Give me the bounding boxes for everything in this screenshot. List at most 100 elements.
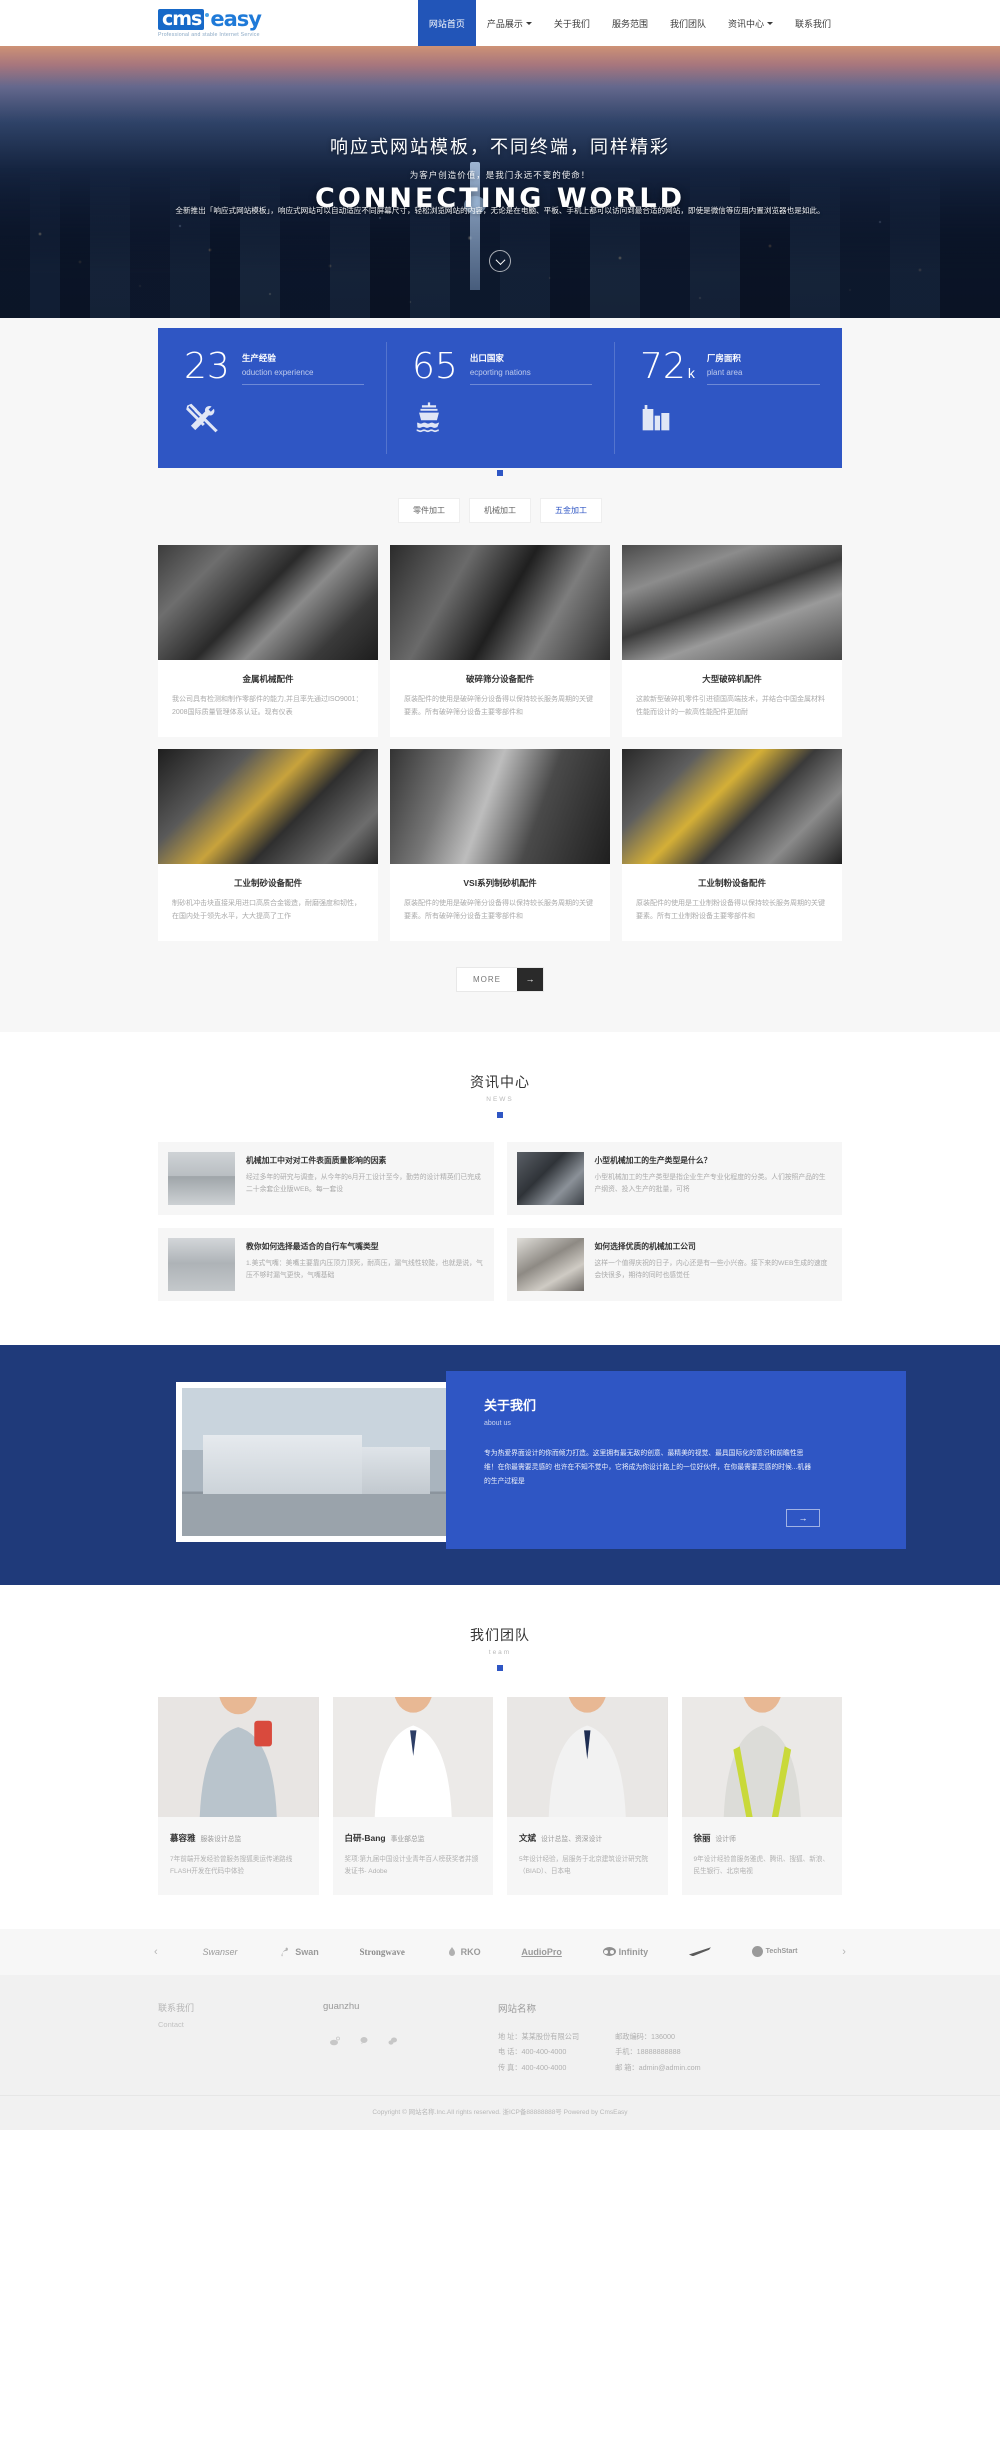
- chevron-right-icon[interactable]: ›: [838, 1946, 850, 1958]
- team-desc: 9年设计经验曾服务雅虎、腾讯、搜狐、新浪、民生银行、北京电视: [693, 1855, 830, 1876]
- product-desc: 制砂机冲击块直接采用进口高质合金锻造，耐磨强度和韧性，在国内处于领先水平，大大提…: [172, 899, 361, 920]
- brand-logo-infinity[interactable]: Infinity: [602, 1946, 649, 1957]
- about-description: 专为热爱界面设计的你而倾力打造。这里拥有最无敌的创意、最精美的视觉、最具国际化的…: [484, 1449, 812, 1486]
- news-section: 资讯中心 NEWS 机械加工中对对工件表面质量影响的因素 经过多年的研究与调查，…: [0, 1031, 1000, 1345]
- wechat-icon[interactable]: [358, 2034, 370, 2046]
- team-name: 徐丽: [693, 1832, 711, 1843]
- tab-parts-machining[interactable]: 零件加工: [398, 498, 460, 523]
- stat-top: 23 生产经验 oduction experience: [184, 348, 364, 385]
- brands-row: ‹ Swanser Swan Strongwave RKO AudioPro I…: [150, 1945, 850, 1959]
- divider: [706, 384, 820, 385]
- section-title-cn: 我们团队: [470, 1626, 530, 1643]
- product-card[interactable]: 破碎筛分设备配件 原装配件的使用是破碎筛分设备得以保持较长服务周期的关键要素。所…: [390, 545, 610, 737]
- news-thumb: [516, 1237, 584, 1291]
- product-card[interactable]: 工业制砂设备配件 制砂机冲击块直接采用进口高质合金锻造，耐磨强度和韧性，在国内处…: [158, 748, 378, 941]
- chevron-down-icon: [766, 21, 773, 25]
- team-body: 文斌 设计总监、资深设计 5年设计经验，层服务于北京建筑设计研究院（BIAD）、日…: [507, 1817, 668, 1895]
- hero-content: 响应式网站模板，不同终端，同样精彩 为客户创造价值，是我门永远不变的使命！ CO…: [0, 46, 1000, 218]
- news-title: 如何选择优质的机械加工公司: [594, 1241, 696, 1251]
- tab-hardware-machining[interactable]: 五金加工: [540, 498, 602, 523]
- brand-logo-techstart[interactable]: TechStart: [751, 1946, 798, 1958]
- brand-logo-swan[interactable]: Swan: [278, 1945, 319, 1959]
- product-card[interactable]: VSI系列制砂机配件 原装配件的使用是破碎筛分设备得以保持较长服务周期的关键要素…: [390, 748, 610, 941]
- team-name-row: 徐丽 设计师: [694, 1828, 831, 1846]
- team-desc: 奖项:第九届中国设计业青年百人榜获奖者并颁发证书- Adobe: [344, 1855, 479, 1876]
- stat-text: 生产经验 oduction experience: [241, 350, 364, 385]
- tab-mechanical-machining[interactable]: 机械加工: [469, 498, 531, 523]
- news-text: 如何选择优质的机械加工公司 这样一个值得庆祝的日子，内心还是有一些小兴奋。接下来…: [595, 1238, 833, 1291]
- news-title: 教你如何选择最适合的自行车气嘴类型: [246, 1241, 379, 1251]
- footer-phone: 电 话：400-400-4000: [498, 2047, 567, 2057]
- more-button[interactable]: MORE →: [456, 966, 544, 992]
- product-desc: 原装配件的使用是破碎筛分设备得以保持较长服务周期的关键要素。所有破碎筛分设备主要…: [404, 696, 593, 716]
- more-row: MORE →: [0, 966, 1000, 992]
- brand-logo-rko[interactable]: RKO: [446, 1945, 481, 1959]
- site-header: cms easy Professional and stable Interne…: [0, 0, 1000, 46]
- nav-item-products[interactable]: 产品展示: [476, 0, 543, 46]
- product-card[interactable]: 大型破碎机配件 这款新型破碎机零件引进德国高端技术，并结合中国金属材料性能而设计…: [622, 545, 842, 737]
- product-body: VSI系列制砂机配件 原装配件的使用是破碎筛分设备得以保持较长服务周期的关键要素…: [390, 864, 610, 941]
- circle-icon: [751, 1946, 763, 1958]
- nav-item-news[interactable]: 资讯中心: [717, 0, 784, 46]
- infinity-icon: [602, 1947, 616, 1957]
- about-building: [203, 1435, 362, 1495]
- product-card[interactable]: 金属机械配件 我公司具有检测和制作零部件的能力,并且率先通过ISO9001：20…: [158, 545, 378, 737]
- product-title: 大型破碎机配件: [702, 674, 762, 684]
- weibo-icon[interactable]: [329, 2034, 341, 2046]
- site-logo[interactable]: cms easy Professional and stable Interne…: [158, 8, 262, 38]
- brand-label: TechStart: [765, 1948, 798, 1956]
- footer-row: 联系我们 Contact guanzhu 网站名称 地 址：某某股份有限公司 电…: [158, 2001, 842, 2075]
- nav-item-contact[interactable]: 联系我们: [784, 0, 842, 46]
- team-card[interactable]: 文斌 设计总监、资深设计 5年设计经验，层服务于北京建筑设计研究院（BIAD）、日…: [507, 1696, 668, 1895]
- product-title: 金属机械配件: [242, 674, 294, 684]
- news-grid: 机械加工中对对工件表面质量影响的因素 经过多年的研究与调查，从今年的6月开工设计…: [158, 1141, 842, 1301]
- team-body: 慕容雅 服装设计总监 7年前端开发经验曾服务搜狐奥运传递路线FLASH开发在代码中…: [158, 1817, 319, 1895]
- team-card[interactable]: 慕容雅 服装设计总监 7年前端开发经验曾服务搜狐奥运传递路线FLASH开发在代码中…: [158, 1696, 319, 1895]
- footer-info-col: 网站名称 地 址：某某股份有限公司 电 话：400-400-4000 传 真：4…: [498, 2001, 842, 2075]
- team-card[interactable]: 白研-Bang 事业部总监 奖项:第九届中国设计业青年百人榜获奖者并颁发证书- A…: [332, 1696, 493, 1895]
- team-card[interactable]: 徐丽 设计师 9年设计经验曾服务雅虎、腾讯、搜狐、新浪、民生银行、北京电视: [681, 1696, 843, 1895]
- stat-suffix: k: [687, 365, 695, 381]
- brand-label: Infinity: [618, 1946, 649, 1957]
- nav-label: 联系我们: [794, 18, 831, 29]
- stat-top: 65 出口国家 ecporting nations: [412, 348, 592, 385]
- news-card[interactable]: 小型机械加工的生产类型是什么？ 小型机械加工的生产类型是指企业生产专业化程度的分…: [506, 1141, 842, 1215]
- brand-logo-nike[interactable]: [688, 1947, 711, 1957]
- nav-item-about[interactable]: 关于我们: [543, 0, 601, 46]
- news-card[interactable]: 如何选择优质的机械加工公司 这样一个值得庆祝的日子，内心还是有一些小兴奋。接下来…: [506, 1227, 842, 1301]
- section-accent-dot: [497, 470, 503, 476]
- chevron-left-icon[interactable]: ‹: [150, 1946, 162, 1958]
- footer-address: 地 址：某某股份有限公司: [498, 2031, 580, 2041]
- product-image: [622, 748, 842, 864]
- team-role: 服装设计总监: [200, 1835, 242, 1843]
- product-card[interactable]: 工业制粉设备配件 原装配件的使用是工业制粉设备得以保持较长服务周期的关键要素。所…: [622, 748, 842, 941]
- nav-item-team[interactable]: 我们团队: [659, 0, 717, 46]
- nav-label: 网站首页: [428, 18, 465, 29]
- qq-icon[interactable]: [387, 2034, 399, 2046]
- team-desc: 7年前端开发经验曾服务搜狐奥运传递路线FLASH开发在代码中体验: [170, 1855, 293, 1876]
- product-tabs: 零件加工 机械加工 五金加工: [0, 498, 1000, 523]
- hero-banner: 响应式网站模板，不同终端，同样精彩 为客户创造价值，是我门永远不变的使命！ CO…: [0, 46, 1000, 318]
- stat-label-cn: 生产经验: [241, 353, 276, 363]
- footer-contact-details: 地 址：某某股份有限公司 电 话：400-400-4000 传 真：400-40…: [498, 2029, 842, 2075]
- product-image: [158, 545, 378, 660]
- team-body: 徐丽 设计师 9年设计经验曾服务雅虎、腾讯、搜狐、新浪、民生银行、北京电视: [682, 1817, 843, 1895]
- nav-item-services[interactable]: 服务范围: [601, 0, 659, 46]
- brand-logo-swanser[interactable]: Swanser: [202, 1947, 237, 1957]
- chevron-down-icon[interactable]: [489, 250, 511, 272]
- arrow-right-icon[interactable]: →: [786, 1508, 820, 1527]
- nav-item-home[interactable]: 网站首页: [417, 0, 476, 46]
- brand-label: Swan: [295, 1946, 319, 1957]
- divider: [469, 384, 592, 385]
- product-image: [390, 545, 610, 660]
- brand-logo-audiopro[interactable]: AudioPro: [521, 1947, 562, 1957]
- brand-logo-strongwave[interactable]: Strongwave: [360, 1947, 405, 1957]
- news-card[interactable]: 教你如何选择最适合的自行车气嘴类型 1.美式气嘴：美嘴主要靠内压顶力顶死，耐高压…: [158, 1227, 494, 1301]
- about-building-secondary: [361, 1446, 431, 1495]
- section-accent-dot: [497, 1111, 503, 1118]
- news-card[interactable]: 机械加工中对对工件表面质量影响的因素 经过多年的研究与调查，从今年的6月开工设计…: [158, 1141, 494, 1215]
- stats-bar: 23 生产经验 oduction experience 65 出口国家 ecpo…: [158, 328, 842, 468]
- news-thumb: [168, 1237, 235, 1291]
- team-name: 文斌: [519, 1832, 537, 1843]
- news-title: 机械加工中对对工件表面质量影响的因素: [246, 1155, 387, 1165]
